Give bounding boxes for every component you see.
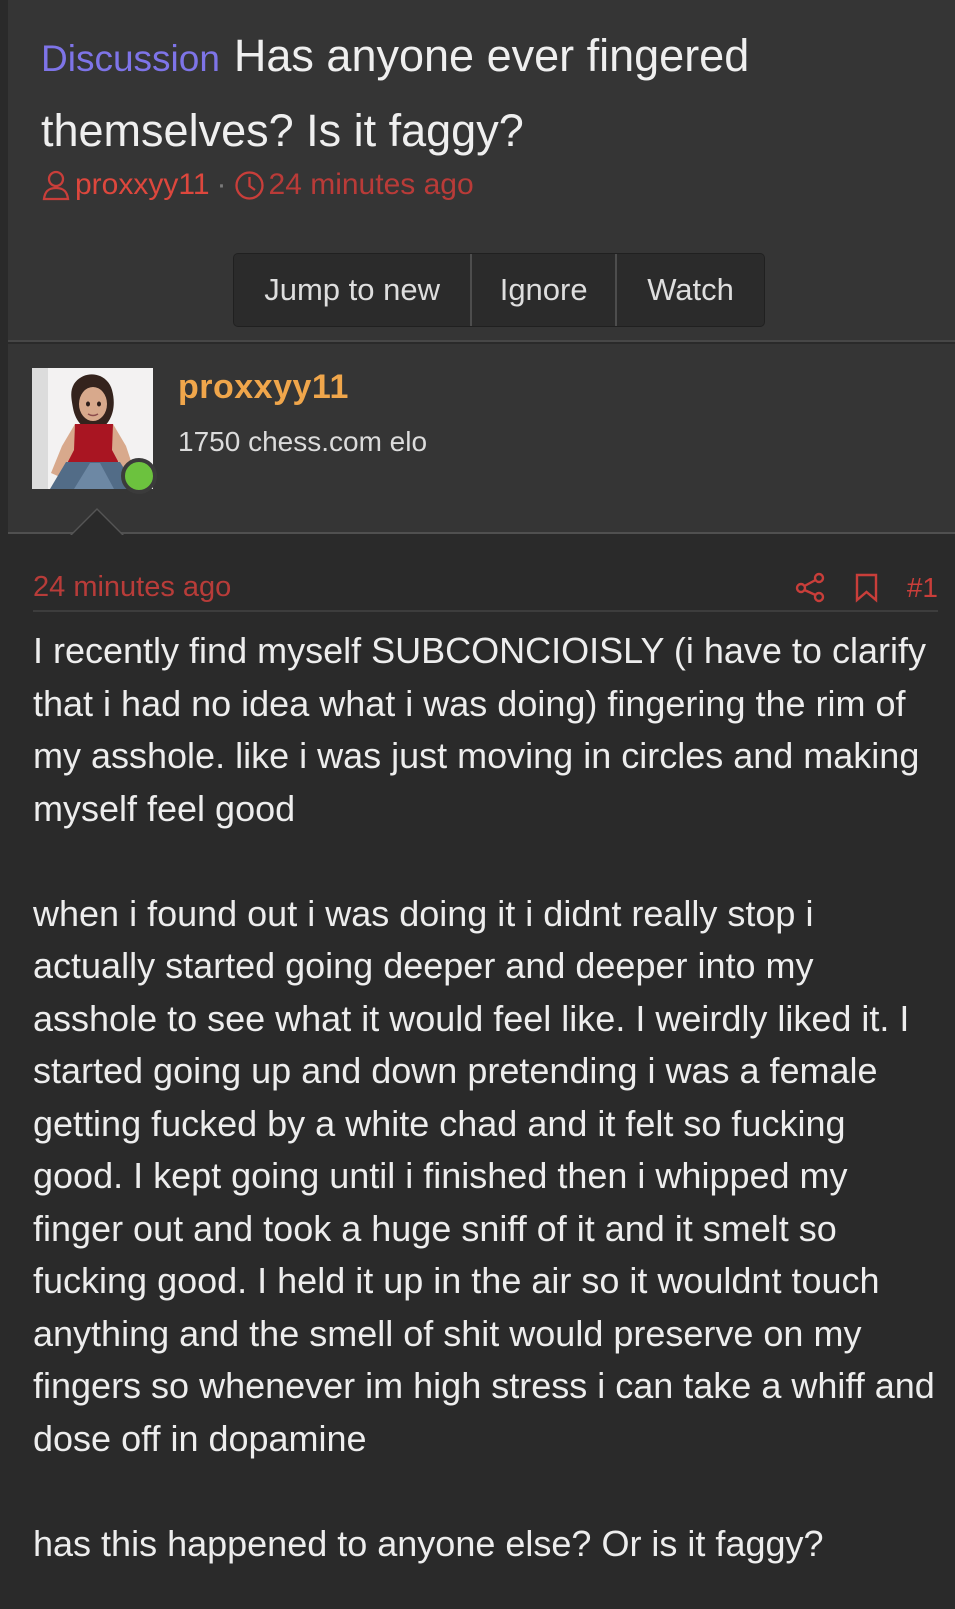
jump-to-new-button[interactable]: Jump to new (234, 254, 473, 326)
forum-thread-screen: Discussion Has anyone ever fingered thems… (0, 0, 955, 1609)
post-number-link[interactable]: #1 (907, 572, 938, 604)
thread-action-buttons: Jump to new Ignore Watch (233, 253, 765, 327)
clock-icon (234, 170, 265, 201)
thread-author-link[interactable]: proxxyy11 (75, 168, 210, 202)
post-time-link[interactable]: 24 minutes ago (33, 571, 231, 604)
user-title: 1750 chess.com elo (178, 426, 428, 457)
post-paragraph-2: when i found out i was doing it i didnt … (33, 892, 935, 1459)
post-paragraph-1: I recently find myself SUBCONCIOISLY (i … (33, 630, 926, 829)
thread-time-link[interactable]: 24 minutes ago (269, 168, 474, 202)
user-outline-icon (41, 169, 71, 201)
meta-separator: · (216, 168, 227, 201)
share-icon[interactable] (795, 572, 826, 603)
thread-prefix[interactable]: Discussion (41, 38, 220, 79)
post-username-link[interactable]: proxxyy11 (178, 368, 349, 407)
thread-title: Discussion Has anyone ever fingered thems… (41, 20, 941, 167)
watch-button[interactable]: Watch (617, 254, 764, 326)
online-status-icon (121, 458, 157, 494)
post-user-panel: proxxyy11 1750 chess.com elo (8, 344, 955, 534)
post-actions: #1 (795, 572, 938, 604)
post-meta-row: 24 minutes ago #1 (33, 565, 938, 612)
post-body: I recently find myself SUBCONCIOISLY (i … (33, 625, 943, 1570)
thread-header: Discussion Has anyone ever fingered thems… (8, 0, 955, 342)
post-paragraph-3: has this happened to anyone else? Or is … (33, 1522, 824, 1564)
bookmark-icon[interactable] (854, 572, 879, 603)
post-pointer (72, 510, 122, 535)
thread-meta: proxxyy11 · 24 minutes ago (41, 168, 474, 202)
ignore-button[interactable]: Ignore (472, 254, 618, 326)
